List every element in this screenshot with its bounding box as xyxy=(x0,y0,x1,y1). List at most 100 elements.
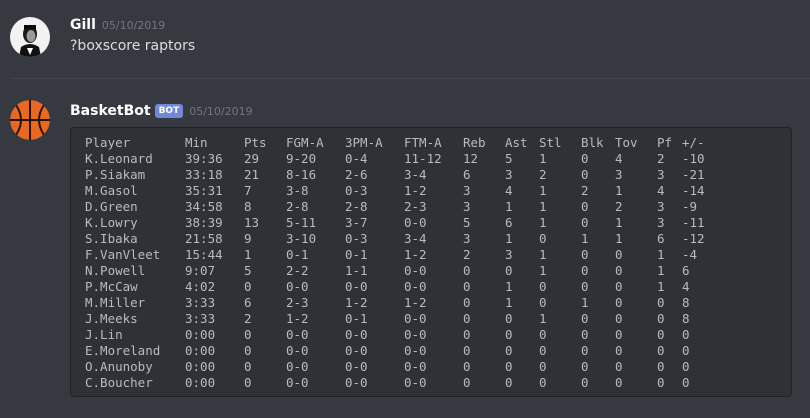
stat-cell: 1 xyxy=(539,151,547,166)
stat-cell: 3 xyxy=(657,167,665,182)
stat-cell: 0-0 xyxy=(345,279,368,294)
stat-cell: 1 xyxy=(657,247,665,262)
stat-cell: 2 xyxy=(615,199,623,214)
stat-cell: 0 xyxy=(581,327,589,342)
stat-cell: 0-0 xyxy=(286,359,309,374)
stat-cell: 6 xyxy=(463,167,471,182)
username[interactable]: Gill xyxy=(70,17,96,33)
stat-cell: -21 xyxy=(682,167,705,182)
stat-cell: 38:39 xyxy=(185,215,223,230)
stat-cell: 11-12 xyxy=(404,151,442,166)
stat-cell: 0-0 xyxy=(404,359,427,374)
stat-cell: -14 xyxy=(682,183,705,198)
stat-cell: 1 xyxy=(615,183,623,198)
stat-cell: 0-0 xyxy=(345,343,368,358)
username[interactable]: BasketBot xyxy=(70,103,151,119)
stat-cell: 21:58 xyxy=(185,231,223,246)
stat-cell: 3 xyxy=(463,183,471,198)
stat-cell: 0-0 xyxy=(404,375,427,390)
player-row: S.Ibaka 21:58 9 3-10 0-3 3-4 3 1 0 1 1 6 -12 xyxy=(85,231,724,247)
stat-cell: 3-4 xyxy=(404,231,427,246)
stat-cell: 1 xyxy=(539,311,547,326)
player-name-cell: K.Leonard xyxy=(85,151,153,166)
stat-cell: 3 xyxy=(615,167,623,182)
stat-cell: 0-0 xyxy=(404,279,427,294)
stat-cell: 0 xyxy=(657,311,665,326)
timestamp: 05/10/2019 xyxy=(101,19,166,32)
stat-cell: 2-6 xyxy=(345,167,368,182)
stat-cell: 0-0 xyxy=(286,343,309,358)
stat-cell: 0 xyxy=(539,327,547,342)
stat-cell: 0 xyxy=(244,375,252,390)
player-name-cell: J.Meeks xyxy=(85,311,138,326)
stat-cell: 0 xyxy=(505,311,513,326)
message-header: BasketBot BOT 05/10/2019 xyxy=(70,100,253,122)
stat-cell: 0 xyxy=(244,343,252,358)
column-header: FTM-A xyxy=(404,135,442,150)
stat-cell: 29 xyxy=(244,151,260,166)
stat-cell: 0 xyxy=(615,375,623,390)
stat-cell: 1 xyxy=(581,231,589,246)
stat-cell: 35:31 xyxy=(185,183,223,198)
stat-cell: 1-2 xyxy=(286,311,309,326)
stat-cell: 2 xyxy=(581,183,589,198)
stat-cell: 0 xyxy=(615,343,623,358)
stat-cell: 3 xyxy=(657,215,665,230)
stat-cell: 0 xyxy=(615,247,623,262)
stat-cell: 4 xyxy=(682,279,690,294)
stat-cell: -10 xyxy=(682,151,705,166)
stat-cell: 15:44 xyxy=(185,247,223,262)
column-header: Pts xyxy=(244,135,267,150)
stat-cell: 13 xyxy=(244,215,260,230)
stat-cell: 0 xyxy=(505,343,513,358)
stat-cell: 2-3 xyxy=(286,295,309,310)
stat-cell: 1-1 xyxy=(345,263,368,278)
stat-cell: 0 xyxy=(682,327,690,342)
stat-cell: 0 xyxy=(615,311,623,326)
stat-cell: 0 xyxy=(581,247,589,262)
column-header: Ast xyxy=(505,135,528,150)
stat-cell: 0-1 xyxy=(286,247,309,262)
stat-cell: 39:36 xyxy=(185,151,223,166)
player-name-cell: O.Anunoby xyxy=(85,359,153,374)
boxscore-table: Player Min Pts FGM-A 3PM-A FTM-A Reb Ast… xyxy=(85,135,724,391)
stat-cell: 0:00 xyxy=(185,359,216,374)
stat-cell: 0 xyxy=(505,359,513,374)
stat-cell: 1 xyxy=(505,295,513,310)
stat-cell: 0 xyxy=(463,343,471,358)
player-row: E.Moreland 0:00 0 0-0 0-0 0-0 0 0 0 0 0 0 0 xyxy=(85,343,724,359)
stat-cell: 3 xyxy=(463,199,471,214)
stat-cell: 0 xyxy=(505,327,513,342)
stat-cell: 2 xyxy=(539,167,547,182)
player-name-cell: E.Moreland xyxy=(85,343,161,358)
player-row: O.Anunoby 0:00 0 0-0 0-0 0-0 0 0 0 0 0 0 0 xyxy=(85,359,724,375)
stat-cell: 0-0 xyxy=(286,279,309,294)
stat-cell: 9-20 xyxy=(286,151,317,166)
stat-cell: -4 xyxy=(682,247,698,262)
stat-cell: 0 xyxy=(682,375,690,390)
user-avatar[interactable] xyxy=(10,17,50,57)
column-header: FGM-A xyxy=(286,135,324,150)
column-header: Stl xyxy=(539,135,562,150)
stat-cell: 0 xyxy=(244,327,252,342)
boxscore-codeblock: Player Min Pts FGM-A 3PM-A FTM-A Reb Ast… xyxy=(70,127,792,397)
player-name-cell: N.Powell xyxy=(85,263,146,278)
stat-cell: 3:33 xyxy=(185,295,216,310)
boxscore-header-row: Player Min Pts FGM-A 3PM-A FTM-A Reb Ast… xyxy=(85,135,724,151)
stat-cell: 0 xyxy=(244,359,252,374)
player-name-cell: C.Boucher xyxy=(85,375,153,390)
stat-cell: 1-2 xyxy=(404,247,427,262)
stat-cell: -11 xyxy=(682,215,705,230)
column-header: Blk xyxy=(581,135,604,150)
bot-avatar[interactable] xyxy=(10,100,50,140)
stat-cell: 0 xyxy=(581,215,589,230)
stat-cell: 3 xyxy=(505,247,513,262)
stat-cell: 1 xyxy=(244,247,252,262)
stat-cell: 1 xyxy=(581,295,589,310)
stat-cell: 0 xyxy=(581,167,589,182)
player-name-cell: P.Siakam xyxy=(85,167,146,182)
stat-cell: 0 xyxy=(657,295,665,310)
stat-cell: -12 xyxy=(682,231,705,246)
stat-cell: 0 xyxy=(657,375,665,390)
stat-cell: 1 xyxy=(539,183,547,198)
